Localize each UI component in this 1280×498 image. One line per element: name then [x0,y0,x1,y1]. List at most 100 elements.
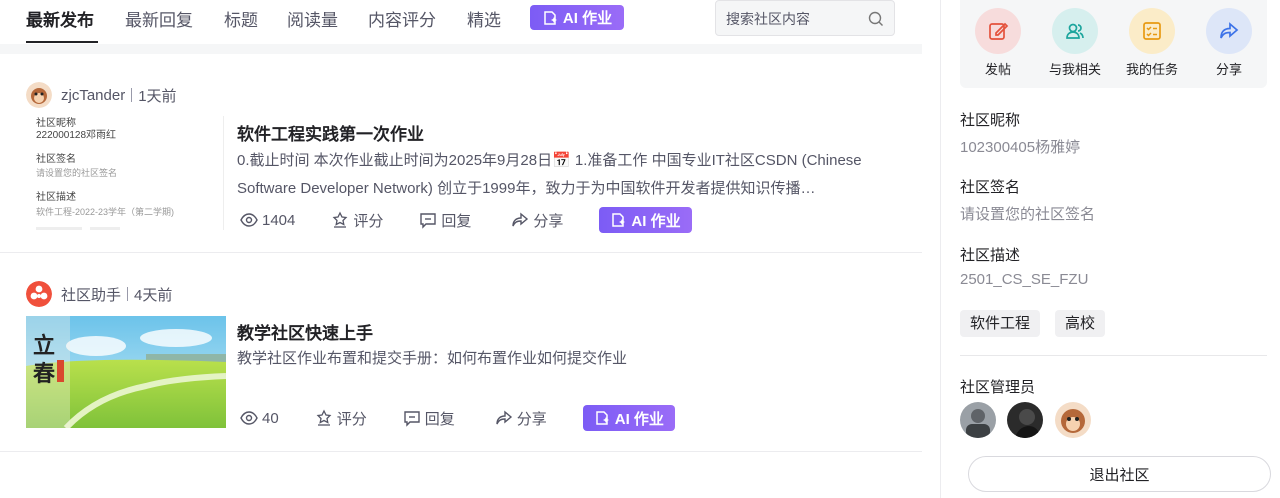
reply-button[interactable]: 回复 [419,210,471,231]
rate-button[interactable]: 评分 [315,408,367,429]
quick-action-label: 我的任务 [1125,62,1178,77]
comment-icon [404,411,420,427]
share-button[interactable]: 分享 [495,408,547,429]
eye-icon [240,411,258,425]
sort-tabs: 最新发布 最新回复 标题 阅读量 内容评分 精选 AI 作业 [0,0,922,44]
reply-label: 回复 [441,212,472,230]
reply-button[interactable]: 回复 [403,408,455,429]
meta-separator [131,88,133,102]
ai-sparkle-icon [595,411,609,425]
author-name[interactable]: 社区助手 [61,284,121,305]
post-list-panel: 最新发布 最新回复 标题 阅读量 内容评分 精选 AI 作业 zjcT [0,0,922,498]
share-label: 分享 [516,410,547,428]
share-icon [512,212,529,227]
post-actions: 1404 评分 回复 分享 AI 作业 [240,206,692,234]
post-separator [0,451,922,452]
nickname-value: 102300405杨雅婷 [960,139,1081,156]
sidebar-divider [940,0,941,498]
quick-action-label: 与我相关 [1048,62,1101,77]
exit-community-button[interactable]: 退出社区 [968,456,1271,492]
quick-action-label: 分享 [1215,62,1242,77]
view-count: 40 [240,409,279,427]
tab-featured[interactable]: 精选 [467,6,501,31]
rating-icon [316,409,332,426]
admin-avatar[interactable] [960,402,996,438]
author-avatar[interactable] [26,82,52,108]
search-icon[interactable] [868,11,884,27]
ai-sparkle-icon [612,213,626,227]
share-icon [496,410,512,425]
reply-label: 回复 [424,410,455,428]
users-icon [1052,8,1098,54]
thumb-text: 请设置您的社区签名 [36,168,118,178]
seal-stamp [57,360,64,382]
description-label: 社区描述 [960,247,1021,264]
signature-value[interactable]: 请设置您的社区签名 [960,203,1095,224]
description-value: 2501_CS_SE_FZU [960,271,1089,288]
share-button[interactable]: 分享 [511,210,563,231]
post-author-row: 社区助手 4天前 [26,281,172,307]
nickname-label: 社区昵称 [960,112,1021,129]
rating-icon [332,211,348,228]
comment-icon [420,213,437,229]
search-input[interactable] [726,8,866,30]
task-icon [1129,8,1175,54]
admin-avatar[interactable] [1055,402,1091,438]
share-icon [1206,8,1252,54]
quick-action-tasks[interactable]: 我的任务 [1114,8,1190,78]
page-root: 最新发布 最新回复 标题 阅读量 内容评分 精选 AI 作业 zjcT [0,0,1280,498]
tag-university[interactable]: 高校 [1055,310,1106,337]
signature-label: 社区签名 [960,179,1021,196]
tab-rating[interactable]: 内容评分 [368,6,436,31]
ai-homework-label: AI 作业 [614,410,664,428]
post-description[interactable]: 0.截止时间 本次作业截止时间为2025年9月28日📅 1.准备工作 中国专业I… [237,147,897,203]
thumb-text: 222000128邓雨红 [36,130,117,141]
post-separator [0,252,922,253]
post-actions: 40 评分 回复 分享 AI 作业 [240,404,675,432]
view-count: 1404 [240,211,295,229]
tab-views[interactable]: 阅读量 [287,6,338,31]
quick-action-label: 发帖 [984,62,1011,77]
sidebar-separator [960,355,1267,356]
tag-software-engineering[interactable]: 软件工程 [960,310,1041,337]
quick-action-related[interactable]: 与我相关 [1037,8,1113,78]
post-title[interactable]: 教学社区快速上手 [237,319,373,344]
meta-separator [127,287,129,301]
view-count-value: 1404 [262,211,296,229]
thumb-text: 社区描述 [36,192,76,203]
eye-icon [240,213,258,227]
edit-icon [975,8,1021,54]
tabs-divider [0,44,922,54]
post-author-row: zjcTander 1天前 [26,82,177,108]
ai-sparkle-icon [544,10,557,25]
ai-homework-button[interactable]: AI 作业 [599,207,692,233]
ai-homework-button[interactable]: AI 作业 [582,405,675,431]
quick-action-share[interactable]: 分享 [1191,8,1267,78]
view-count-value: 40 [262,409,279,427]
thumb-text: 社区签名 [36,154,76,165]
quick-actions-panel: 发帖 与我相关 我的任务 分享 [960,0,1267,88]
admins-label: 社区管理员 [960,379,1036,396]
search-box [715,0,895,36]
share-label: 分享 [533,212,564,230]
post-title[interactable]: 软件工程实践第一次作业 [237,120,424,145]
post-time: 4天前 [134,286,173,304]
author-name[interactable]: zjcTander [61,87,125,104]
thumb-text: 春 [33,361,56,387]
post-thumbnail[interactable]: 社区昵称 222000128邓雨红 社区签名 请设置您的社区签名 社区描述 软件… [26,116,224,230]
ai-homework-tab[interactable]: AI 作业 [530,5,624,30]
rate-button[interactable]: 评分 [331,210,383,231]
thumb-text: 软件工程-2022-23学年（第二学期) [36,207,175,217]
post-description[interactable]: 教学社区作业布置和提交手册：如何布置作业如何提交作业 [237,345,897,373]
tab-latest-post[interactable]: 最新发布 [26,6,94,31]
ai-homework-label: AI 作业 [631,212,681,230]
rate-label: 评分 [336,410,367,428]
ai-homework-tab-label: AI 作业 [562,10,613,27]
tab-latest-reply[interactable]: 最新回复 [125,6,193,31]
post-thumbnail[interactable]: 立 春 [26,316,226,428]
author-avatar[interactable] [26,281,52,307]
active-tab-underline [26,41,98,43]
admin-avatar[interactable] [1007,402,1043,438]
quick-action-post[interactable]: 发帖 [960,8,1036,78]
tab-title[interactable]: 标题 [224,6,258,31]
